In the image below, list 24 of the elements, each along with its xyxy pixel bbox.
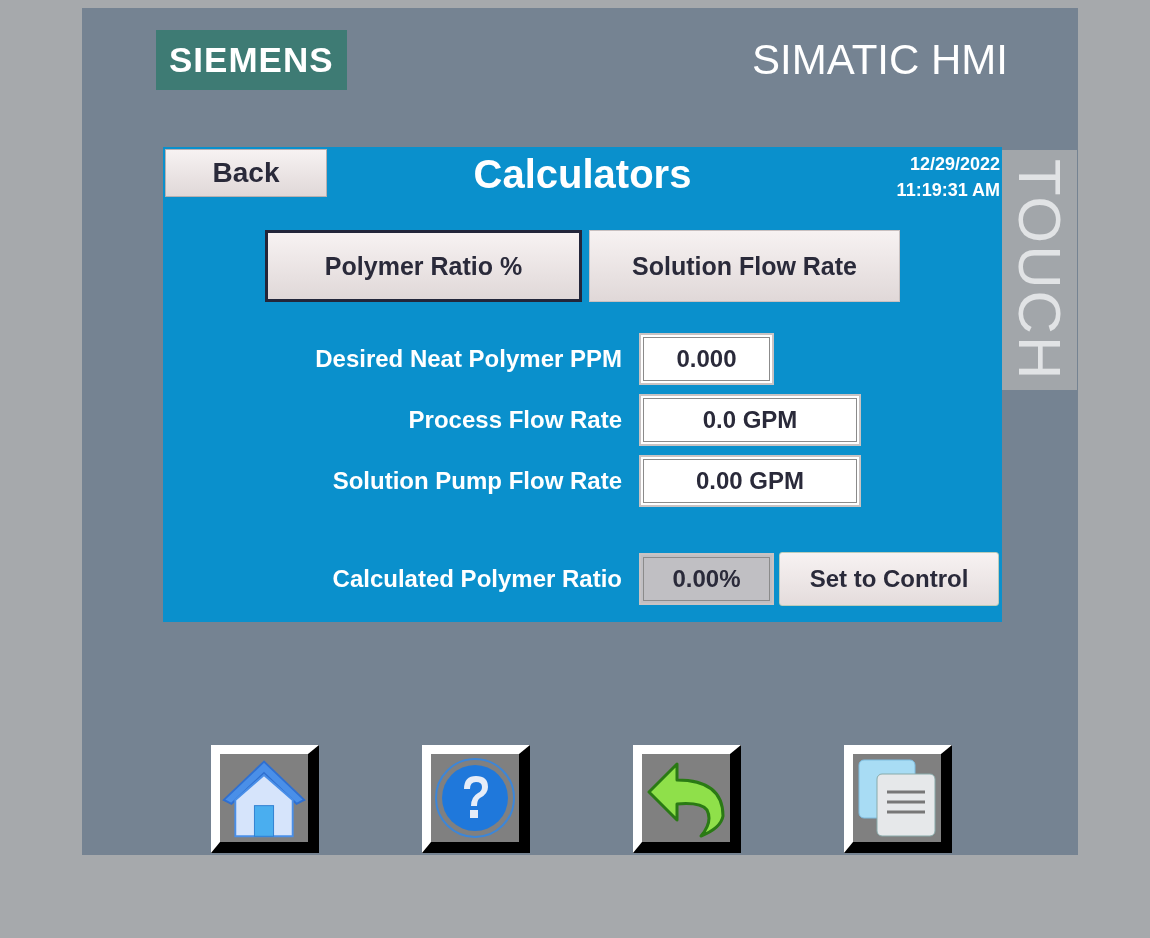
product-name: SIMATIC HMI [752, 36, 1008, 84]
tab[interactable]: Solution Flow Rate [589, 230, 900, 302]
back-button[interactable]: Back [165, 149, 327, 197]
date-display: 12/29/2022 [908, 153, 1000, 176]
input-field[interactable]: 0.00 GPM [639, 455, 861, 507]
field-label: Process Flow Rate [408, 406, 622, 434]
help-icon [433, 756, 517, 840]
screen-title: Calculators [473, 151, 692, 197]
output-field: 0.00% [639, 553, 774, 605]
panel-label: TOUCH [1002, 150, 1077, 390]
toolbar-button[interactable] [422, 745, 530, 853]
input-field[interactable]: 0.000 [639, 333, 774, 385]
brand-logo: SIEMENS [156, 30, 347, 90]
time-display: 11:19:31 AM [896, 179, 1000, 202]
input-field[interactable]: 0.0 GPM [639, 394, 861, 446]
tab[interactable]: Polymer Ratio % [265, 230, 582, 302]
toolbar-button[interactable] [633, 745, 741, 853]
field-label: Calculated Polymer Ratio [332, 565, 622, 593]
field-label: Desired Neat Polymer PPM [315, 345, 622, 373]
toolbar-button[interactable] [844, 745, 952, 853]
field-label: Solution Pump Flow Rate [332, 467, 622, 495]
documents-icon [855, 756, 939, 840]
set-to-control-button[interactable]: Set to Control [779, 552, 999, 606]
toolbar-button[interactable] [211, 745, 319, 853]
